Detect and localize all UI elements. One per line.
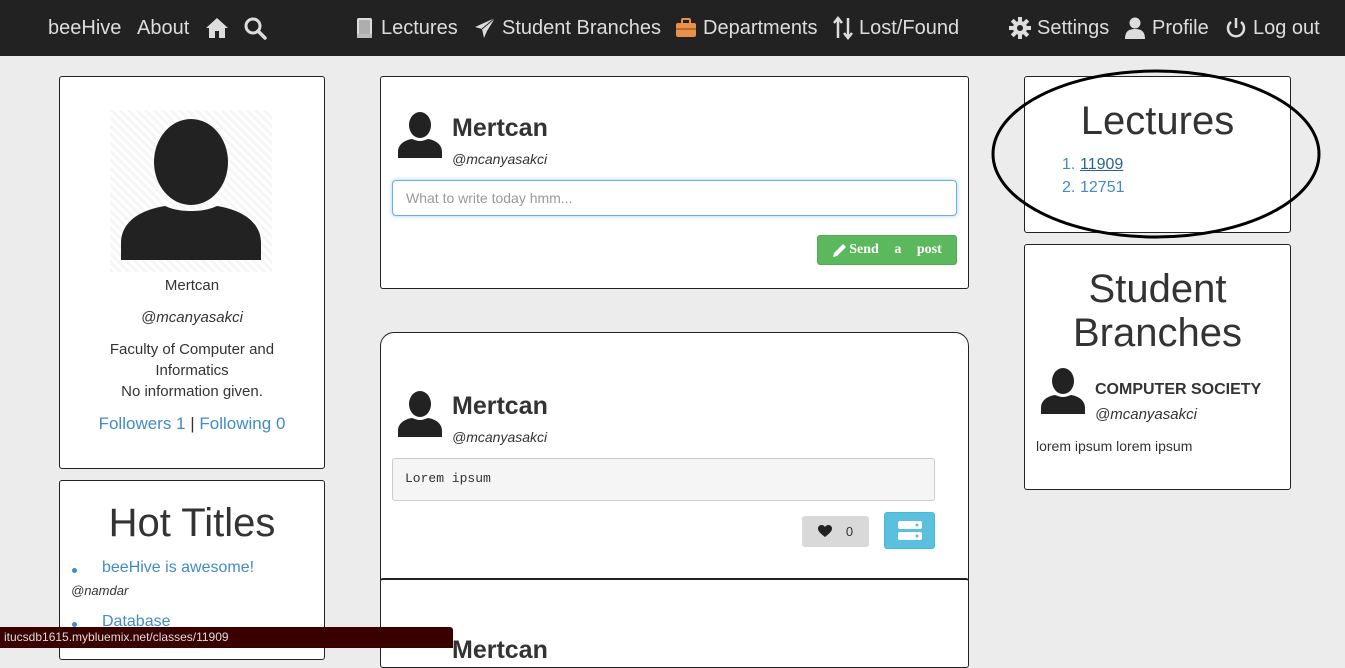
browser-status-url: itucsdb1615.mybluemix.net/classes/11909 [0,627,453,648]
hot-title-author: @namdar [71,583,129,598]
branch-description: lorem ipsum lorem ipsum [1036,438,1193,454]
nav-lost-found[interactable]: Lost/Found [833,0,959,56]
nav-logout[interactable]: Log out [1225,0,1320,56]
server-icon [897,520,922,540]
profile-avatar [110,110,272,272]
nav-lectures[interactable]: Lectures [355,0,458,56]
follow-stats: Followers 1 | Following 0 [60,414,324,434]
heart-icon [817,525,832,537]
book-icon [357,18,372,38]
branches-heading-line1: Student [1088,267,1227,311]
list-bullet [72,568,77,573]
nav-logout-label: Log out [1253,16,1320,39]
post-composer-card: Mertcan @mcanyasakci Send a post [380,76,969,289]
home-icon[interactable] [205,0,235,56]
nav-student-branches-label: Student Branches [502,16,661,39]
following-link[interactable]: Following 0 [199,414,285,433]
composer-avatar [395,110,445,160]
nav-lectures-label: Lectures [381,16,458,39]
nav-profile-label: Profile [1152,16,1209,39]
search-icon[interactable] [243,0,273,56]
about-label: About [137,16,190,39]
post-content: Lorem ipsum [392,458,935,501]
hot-title-link[interactable]: beeHive is awesome! [102,559,254,577]
send-post-label: Send a post [849,242,942,257]
post-card: Mertcan [380,578,969,668]
post-input[interactable] [392,180,957,216]
profile-info: No information given. [121,383,263,400]
nav-departments[interactable]: Departments [675,0,818,56]
brand-label: beeHive [48,16,122,39]
user-silhouette-icon [1041,368,1085,414]
post-card: Mertcan @mcanyasakci Lorem ipsum 0 [380,332,969,580]
branches-heading: Student Branches [1025,267,1290,355]
profile-faculty-line2: Informatics [155,362,229,379]
followers-link[interactable]: Followers 1 [99,414,186,433]
nav-lost-found-label: Lost/Found [859,16,960,39]
profile-faculty-line1: Faculty of Computer and [109,341,275,358]
post-author-name: Mertcan [452,392,548,420]
branch-handle: @mcanyasakci [1095,406,1197,423]
student-branches-panel: Student Branches COMPUTER SOCIETY @mcany… [1024,244,1291,490]
user-silhouette-icon [398,112,442,158]
sort-arrows-icon [833,16,853,40]
hot-titles-heading: Hot Titles [108,501,276,545]
nav-student-branches[interactable]: Student Branches [474,0,661,56]
branches-heading-line2: Branches [1073,311,1242,355]
follow-separator: | [190,414,195,433]
navbar: beeHive About Lectures Student Branches … [0,0,1345,56]
branch-name: COMPUTER SOCIETY [1095,381,1262,398]
gear-icon [1009,17,1031,39]
send-post-button[interactable]: Send a post [817,235,957,265]
paper-plane-icon [475,17,496,38]
nav-settings[interactable]: Settings [1009,0,1109,56]
profile-name: Mertcan [164,277,220,294]
like-button[interactable]: 0 [802,516,869,547]
post-author-handle: @mcanyasakci [452,429,548,445]
post-author-name: Mertcan [452,636,548,664]
profile-handle: @mcanyasakci [141,309,243,326]
composer-handle: @mcanyasakci [452,151,548,167]
nav-profile[interactable]: Profile [1124,0,1209,56]
briefcase-icon [676,18,696,37]
power-icon [1226,18,1246,38]
user-silhouette-icon [121,119,261,260]
like-count: 0 [845,524,854,539]
pencil-icon [833,243,847,257]
user-icon [1125,17,1145,39]
branch-avatar [1038,366,1088,416]
profile-card: Mertcan @mcanyasakci Faculty of Computer… [59,76,325,469]
post-author-avatar [395,389,445,439]
nav-departments-label: Departments [703,16,818,39]
nav-settings-label: Settings [1037,16,1110,39]
composer-name: Mertcan [452,114,548,142]
user-silhouette-icon [398,391,442,437]
about-link[interactable]: About [137,0,189,56]
brand-link[interactable]: beeHive [48,0,121,56]
post-options-button[interactable] [884,512,935,549]
annotation-ellipse [991,69,1321,239]
